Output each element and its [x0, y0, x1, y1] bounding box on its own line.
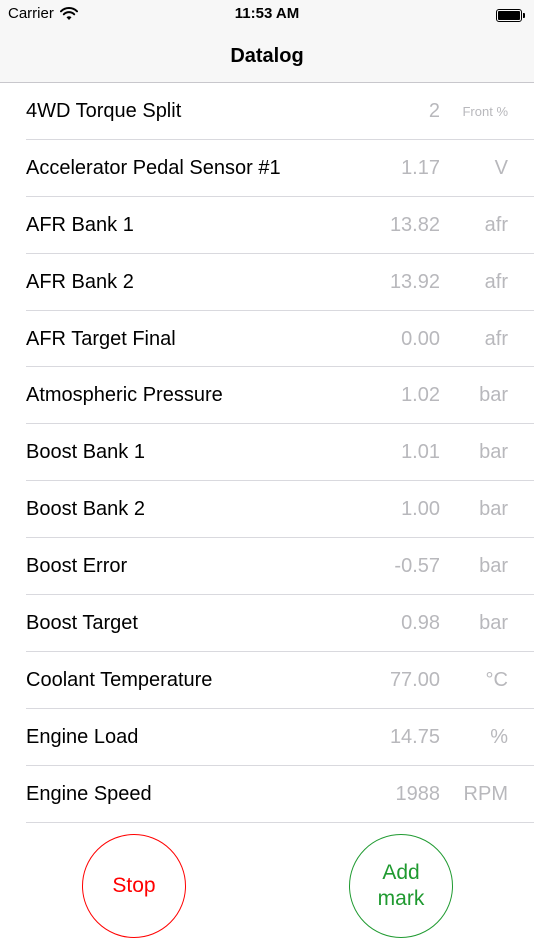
row-label: Engine Speed: [26, 782, 152, 805]
row-unit: bar: [479, 384, 508, 407]
row-value: 13.82: [389, 213, 440, 236]
row-unit: bar: [479, 498, 508, 521]
stop-button-label: Stop: [112, 874, 156, 897]
list-item[interactable]: Boost Bank 1 1.01 bar: [0, 424, 534, 482]
row-value: 0.00: [401, 327, 440, 350]
row-value: 1.17: [401, 156, 440, 179]
status-time: 11:53 AM: [234, 5, 300, 22]
navigation-bar: Datalog: [0, 30, 534, 83]
list-item[interactable]: AFR Bank 1 13.82 afr: [0, 197, 534, 254]
list-item[interactable]: 4WD Torque Split 2 Front %: [0, 83, 534, 140]
row-unit: afr: [484, 213, 508, 236]
row-value: -0.57: [394, 555, 440, 578]
row-label: Boost Target: [26, 611, 138, 634]
row-label: AFR Bank 1: [26, 213, 134, 236]
row-label: Boost Bank 2: [26, 498, 145, 521]
row-unit: %: [490, 725, 508, 748]
status-bar: Carrier 11:53 AM: [0, 0, 534, 30]
list-item[interactable]: Boost Error -0.57 bar: [0, 538, 534, 595]
row-label: Boost Error: [26, 555, 128, 578]
list-item[interactable]: Accelerator Pedal Sensor #1 1.17 V: [0, 140, 534, 197]
list-item[interactable]: Atmospheric Pressure 1.02 bar: [0, 367, 534, 425]
datalog-list[interactable]: 4WD Torque Split 2 Front % Accelerator P…: [0, 83, 534, 823]
row-label: Boost Bank 1: [26, 441, 145, 464]
row-value: 1988: [395, 782, 441, 805]
row-value: 77.00: [389, 668, 440, 691]
battery-icon: [496, 8, 526, 22]
row-label: AFR Bank 2: [26, 270, 134, 293]
row-value: 1.01: [401, 441, 440, 464]
list-item[interactable]: Coolant Temperature 77.00 °C: [0, 652, 534, 709]
add-mark-button[interactable]: Add mark: [349, 834, 453, 938]
row-unit: bar: [479, 611, 508, 634]
row-value: 1.00: [401, 498, 440, 521]
row-value: 14.75: [389, 725, 440, 748]
list-item[interactable]: Boost Bank 2 1.00 bar: [0, 481, 534, 539]
row-label: AFR Target Final: [26, 327, 176, 350]
row-value: 0.98: [401, 611, 440, 634]
page-title: Datalog: [230, 44, 304, 67]
row-unit: RPM: [463, 782, 508, 805]
app-screen: Carrier 11:53 AM Datalog 4WD Torque Spli…: [0, 0, 534, 950]
row-label: Coolant Temperature: [26, 668, 213, 691]
list-item[interactable]: AFR Bank 2 13.92 afr: [0, 254, 534, 311]
row-label: 4WD Torque Split: [26, 99, 182, 122]
add-mark-button-label: Add mark: [377, 861, 425, 910]
row-unit: bar: [479, 555, 508, 578]
list-item[interactable]: Engine Speed 1988 RPM: [0, 766, 534, 823]
row-value: 2: [428, 99, 440, 122]
row-value: 13.92: [389, 270, 440, 293]
row-unit: Front %: [462, 103, 508, 119]
row-unit: V: [494, 156, 508, 179]
list-item[interactable]: Engine Load 14.75 %: [0, 709, 534, 766]
row-unit: bar: [479, 441, 508, 464]
row-unit: afr: [484, 327, 508, 350]
list-item[interactable]: Boost Target 0.98 bar: [0, 595, 534, 652]
row-label: Accelerator Pedal Sensor #1: [26, 156, 281, 179]
row-label: Atmospheric Pressure: [26, 384, 223, 407]
stop-button[interactable]: Stop: [82, 834, 186, 938]
list-item[interactable]: AFR Target Final 0.00 afr: [0, 311, 534, 368]
row-unit: afr: [484, 270, 508, 293]
row-label: Engine Load: [26, 725, 139, 748]
row-unit: °C: [485, 668, 508, 691]
row-value: 1.02: [401, 384, 440, 407]
